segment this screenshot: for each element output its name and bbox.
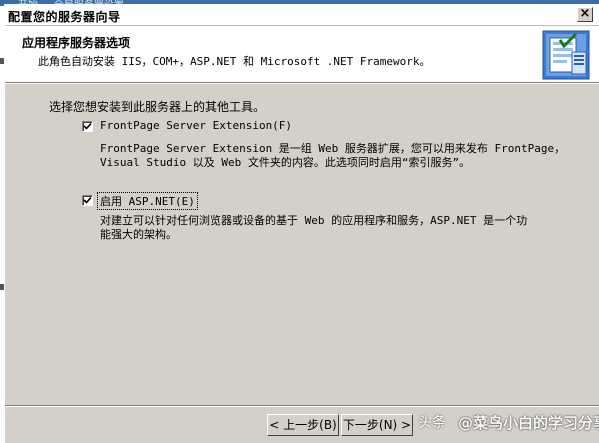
page-subtitle: 此角色自动安装 IIS，COM+，ASP.NET 和 Microsoft .NE… — [38, 55, 431, 68]
aspnet-description-line: 对建立可以针对任何浏览器或设备的基于 Web 的应用程序和服务，ASP.NET … — [100, 214, 528, 227]
aspnet-checkbox[interactable] — [82, 195, 93, 206]
tools-prompt: 选择您想安装到此服务器上的其他工具。 — [49, 100, 266, 114]
title-bar[interactable]: 配置您的服务器向导 × — [5, 5, 599, 26]
next-button[interactable]: 下一步(N) > — [341, 414, 413, 436]
frontpage-description-line: Visual Studio 以及 Web 文件夹的内容。此选项同时启用“索引服务… — [100, 156, 471, 169]
back-button[interactable]: < 上一步(B) — [267, 414, 339, 436]
aspnet-description-line: 能强大的架构。 — [100, 228, 177, 241]
aspnet-description: 对建立可以针对任何浏览器或设备的基于 Web 的应用程序和服务，ASP.NET … — [100, 214, 527, 242]
frontpage-description: FrontPage Server Extension 是一组 Web 服务器扩展… — [100, 142, 565, 170]
check-icon — [83, 196, 92, 204]
check-icon — [83, 122, 92, 130]
window-title: 配置您的服务器向导 — [8, 10, 121, 24]
close-button[interactable]: × — [577, 7, 593, 22]
wizard-header: 应用程序服务器选项 此角色自动安装 IIS，COM+，ASP.NET 和 Mic… — [5, 26, 599, 83]
aspnet-option-label[interactable]: 启用 ASP.NET(E) — [97, 192, 198, 210]
frontpage-description-line: FrontPage Server Extension 是一组 Web 服务器扩展… — [100, 142, 566, 155]
wizard-content: 选择您想安装到此服务器上的其他工具。 FrontPage Server Exte… — [5, 84, 599, 404]
footer-divider — [5, 405, 599, 407]
wizard-dialog: 配置您的服务器向导 × 应用程序服务器选项 此角色自动安装 IIS，COM+，A… — [4, 4, 599, 443]
wizard-server-icon — [542, 30, 590, 80]
frontpage-option-label[interactable]: FrontPage Server Extension(F) — [100, 119, 292, 132]
frontpage-checkbox[interactable] — [82, 121, 93, 132]
page-title: 应用程序服务器选项 — [22, 36, 131, 50]
